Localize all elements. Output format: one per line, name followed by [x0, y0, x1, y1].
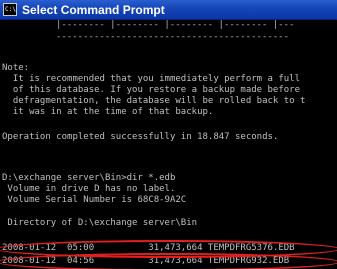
red-highlight-ellipse — [0, 253, 337, 269]
progress-ruler-top: |-------- |-------- |-------- |-------- … — [56, 20, 295, 30]
console-output[interactable]: |-------- |-------- |-------- |-------- … — [0, 20, 337, 269]
console-line: Volume Serial Number is 68C8-9A2C — [2, 195, 187, 205]
console-line: D:\exchange server\Bin>dir *.edb — [2, 173, 176, 183]
console-line: defragmentation, the database will be ro… — [2, 96, 306, 106]
console-line: Directory of D:\exchange server\Bin — [2, 218, 198, 228]
progress-ruler-bottom: ----------------------------------------… — [56, 32, 289, 42]
console-line: Operation completed successfully in 18.8… — [2, 132, 279, 142]
console-line: Volume in drive D has no label. — [2, 184, 176, 194]
window-title: Select Command Prompt — [22, 3, 165, 17]
command-prompt-icon[interactable]: C:\ — [3, 3, 17, 16]
console-line: of this database. If you restore a backu… — [2, 85, 301, 95]
console-line: it was in at the time of that backup. — [2, 107, 214, 117]
window-titlebar[interactable]: C:\ Select Command Prompt — [0, 0, 337, 20]
console-line: It is recommended that you immediately p… — [2, 74, 301, 84]
console-line: Note: — [2, 63, 30, 73]
